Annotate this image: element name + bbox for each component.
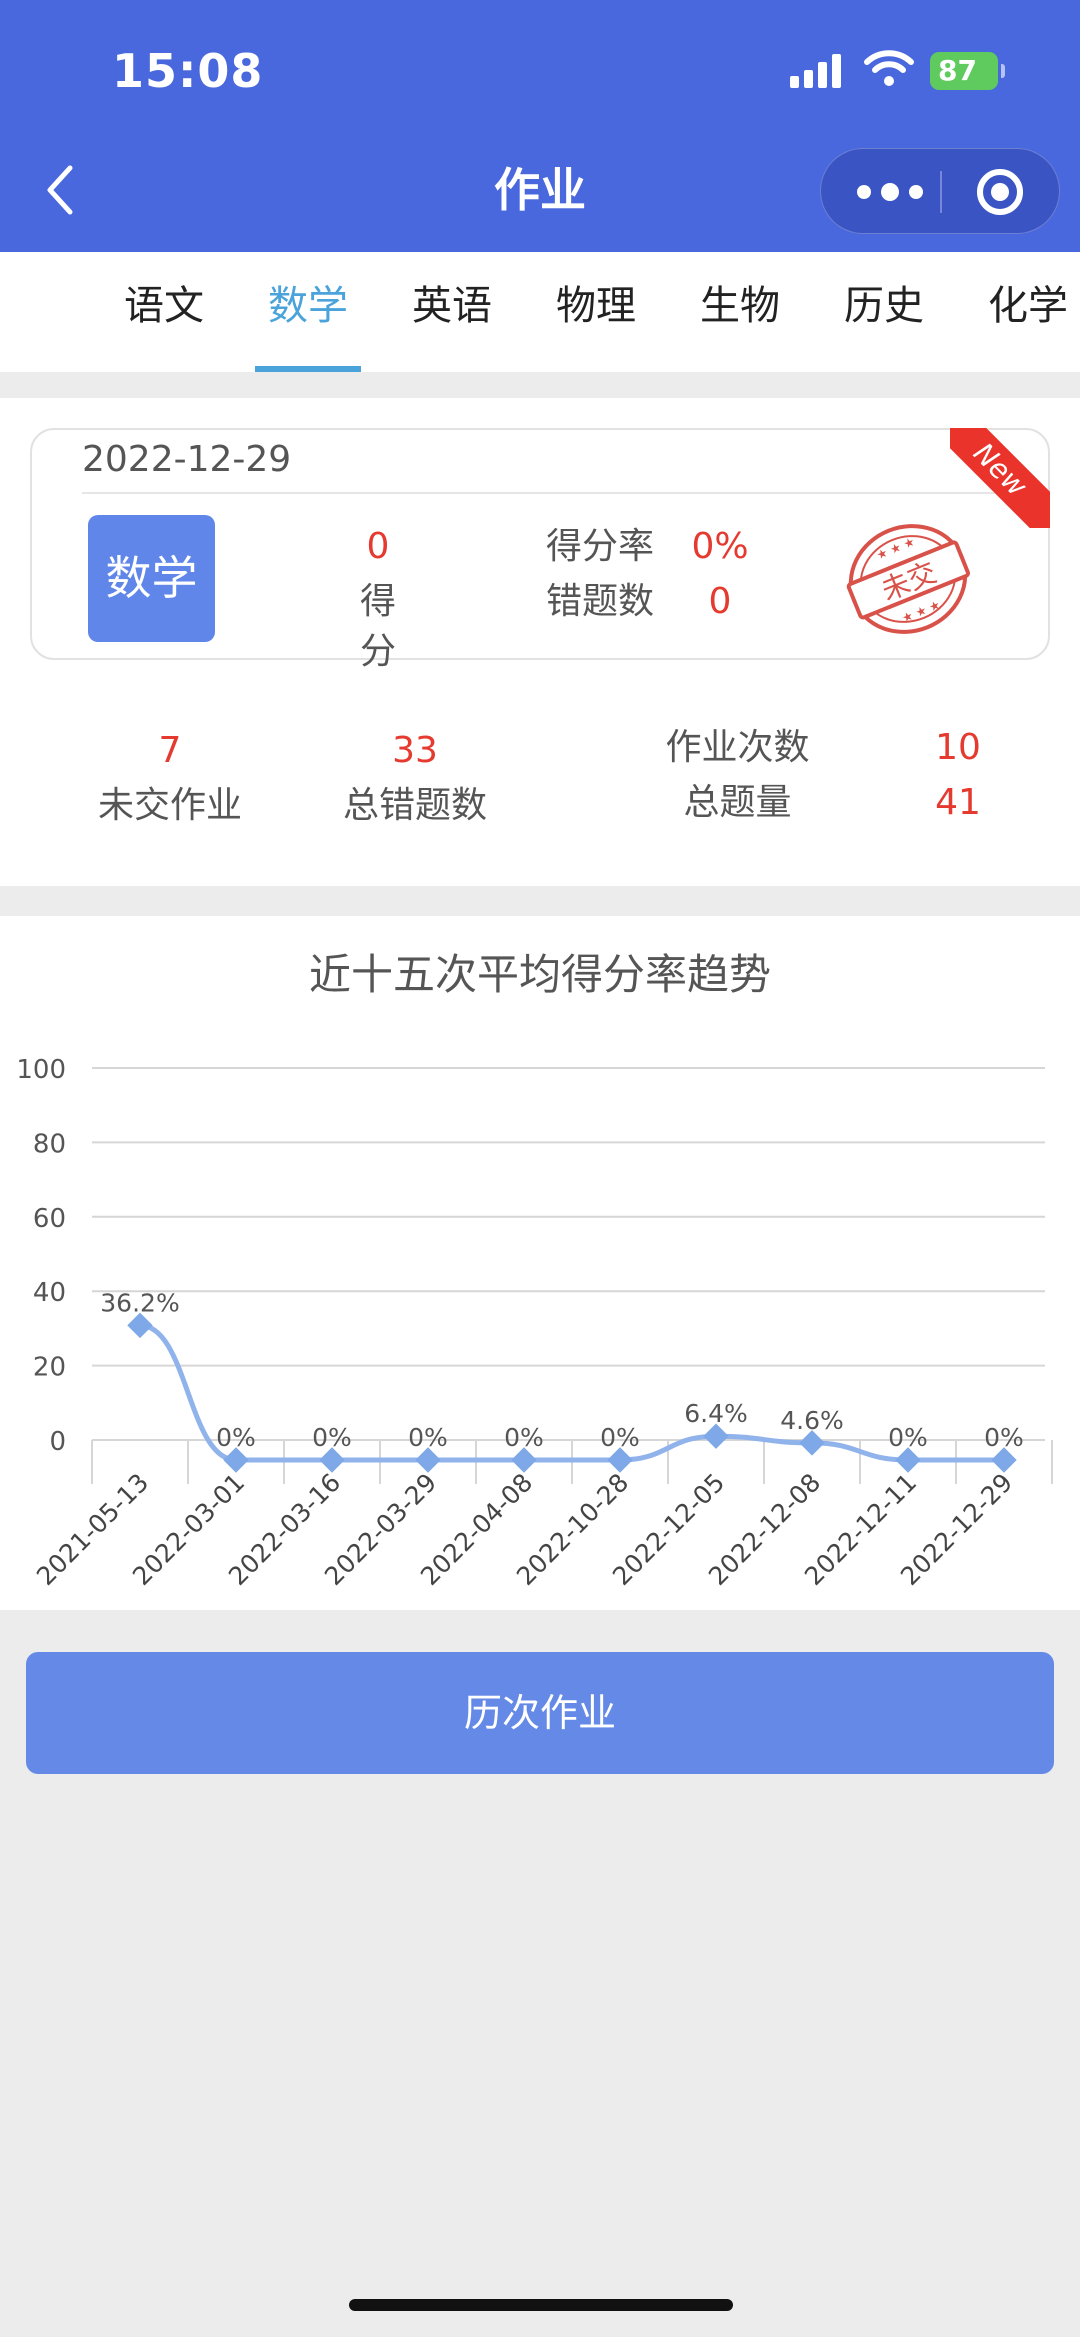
- cellular-signal-icon: [790, 52, 842, 88]
- close-target-icon[interactable]: [977, 169, 1023, 215]
- subject-badge: 数学: [88, 515, 215, 642]
- score-value: 0: [366, 526, 390, 567]
- y-tick-label: 100: [16, 1055, 66, 1085]
- data-label: 0%: [504, 1423, 544, 1452]
- divider: [82, 492, 996, 494]
- data-label: 36.2%: [100, 1288, 179, 1317]
- y-tick-label: 80: [33, 1129, 66, 1159]
- wrong-count-label: 错题数: [546, 581, 655, 622]
- total-wrong-label: 总错题数: [342, 785, 487, 826]
- y-tick-label: 60: [33, 1204, 66, 1234]
- battery-level: 87: [938, 54, 977, 87]
- data-label: 0%: [888, 1423, 928, 1452]
- unsubmitted-label: 未交作业: [97, 785, 242, 826]
- tab-chinese[interactable]: 语文: [109, 252, 219, 372]
- score-rate-label: 得分率: [546, 526, 655, 567]
- wrong-count-value: 0: [708, 581, 732, 622]
- total-wrong-count: 33: [392, 730, 438, 771]
- more-icon[interactable]: [857, 149, 923, 235]
- tab-english[interactable]: 英语: [397, 252, 507, 372]
- score-rate-value: 0%: [691, 526, 749, 567]
- not-submitted-stamp: 未交 ★ ★ ★ ★ ★ ★: [846, 524, 970, 634]
- data-label: 6.4%: [684, 1399, 748, 1428]
- data-label: 0%: [312, 1423, 352, 1452]
- y-tick-label: 0: [49, 1427, 66, 1457]
- data-label: 4.6%: [780, 1406, 844, 1435]
- data-label: 0%: [216, 1423, 256, 1452]
- tab-biology[interactable]: 生物: [685, 252, 795, 372]
- data-label: 0%: [600, 1423, 640, 1452]
- subject-tabs: 语文 数学 英语 物理 生物 历史 化学: [0, 252, 1080, 372]
- total-questions-value: 41: [935, 782, 981, 823]
- data-label: 0%: [408, 1423, 448, 1452]
- homework-count-value: 10: [935, 727, 981, 768]
- tab-physics[interactable]: 物理: [541, 252, 651, 372]
- mini-program-capsule: [820, 148, 1060, 234]
- y-tick-label: 40: [33, 1278, 66, 1308]
- wifi-icon: [864, 50, 914, 86]
- score-rate-trend-chart: 02040608010036.2%0% 0% 0% 0% 0%6.4% 4.6%0% 0%2…: [16, 1055, 1053, 1591]
- history-homework-button[interactable]: 历次作业: [26, 1652, 1054, 1774]
- y-tick-label: 20: [33, 1353, 66, 1383]
- status-time: 15:08: [112, 44, 264, 98]
- score-label: 得分: [359, 581, 396, 672]
- app-header: 15:08 87 作业: [0, 0, 1080, 252]
- homework-count-label: 作业次数: [665, 727, 810, 768]
- tab-math[interactable]: 数学: [253, 252, 363, 372]
- chart-title: 近十五次平均得分率趋势: [308, 950, 771, 999]
- homework-date: 2022-12-29: [82, 439, 292, 480]
- new-ribbon-text: New: [950, 428, 1050, 528]
- unsubmitted-count: 7: [158, 730, 182, 771]
- tab-history[interactable]: 历史: [829, 252, 939, 372]
- data-label: 0%: [984, 1423, 1024, 1452]
- home-indicator: [349, 2299, 733, 2311]
- battery-icon: 87: [930, 52, 1005, 90]
- tab-chemistry[interactable]: 化学: [973, 252, 1080, 372]
- new-ribbon: New: [950, 428, 1050, 528]
- total-questions-label: 总题量: [683, 782, 792, 823]
